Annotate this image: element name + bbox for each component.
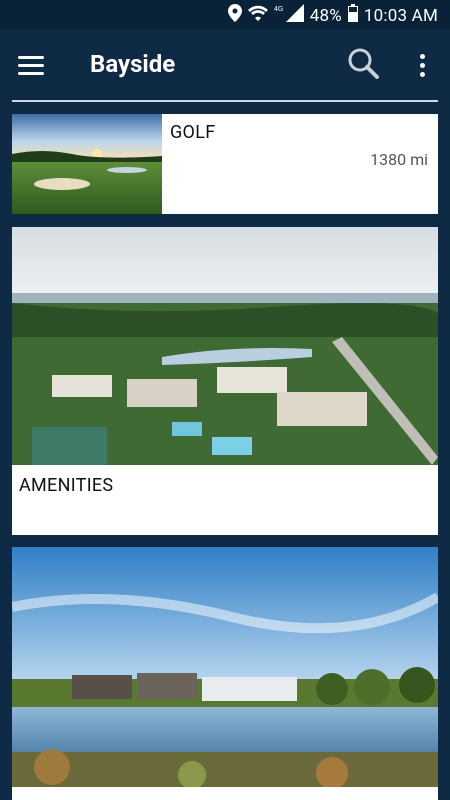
wifi-icon xyxy=(247,5,268,26)
search-icon xyxy=(348,48,379,79)
card-lakeside[interactable] xyxy=(12,547,438,800)
header-divider xyxy=(12,100,438,102)
more-options-button[interactable] xyxy=(410,48,434,82)
card-distance: 1380 mi xyxy=(370,150,428,169)
card-golf[interactable]: GOLF 1380 mi xyxy=(12,114,438,214)
golf-course-image xyxy=(12,114,162,214)
app-bar: Bayside xyxy=(0,30,450,102)
lakeside-homes-image xyxy=(12,547,438,787)
more-vert-icon-dot xyxy=(419,71,425,77)
status-bar: 4G 48% 10:03 AM xyxy=(0,0,450,30)
signal-4g-icon: 4G xyxy=(274,4,304,27)
amenities-aerial-image xyxy=(12,227,438,465)
menu-icon-line xyxy=(18,63,44,67)
menu-button[interactable] xyxy=(18,50,52,80)
menu-icon-line xyxy=(18,55,44,59)
location-icon xyxy=(227,4,242,27)
card-title: GOLF xyxy=(170,122,216,143)
battery-percent: 48% xyxy=(309,5,342,26)
more-vert-icon-dot xyxy=(419,53,425,59)
more-vert-icon-dot xyxy=(419,62,425,68)
card-amenities[interactable]: AMENITIES xyxy=(12,227,438,535)
network-label: 4G xyxy=(274,6,283,13)
menu-icon-line xyxy=(18,71,44,75)
page-title: Bayside xyxy=(90,50,176,78)
card-title: AMENITIES xyxy=(19,475,114,496)
clock: 10:03 AM xyxy=(363,5,438,26)
search-button[interactable] xyxy=(346,46,382,82)
battery-icon xyxy=(347,4,358,27)
